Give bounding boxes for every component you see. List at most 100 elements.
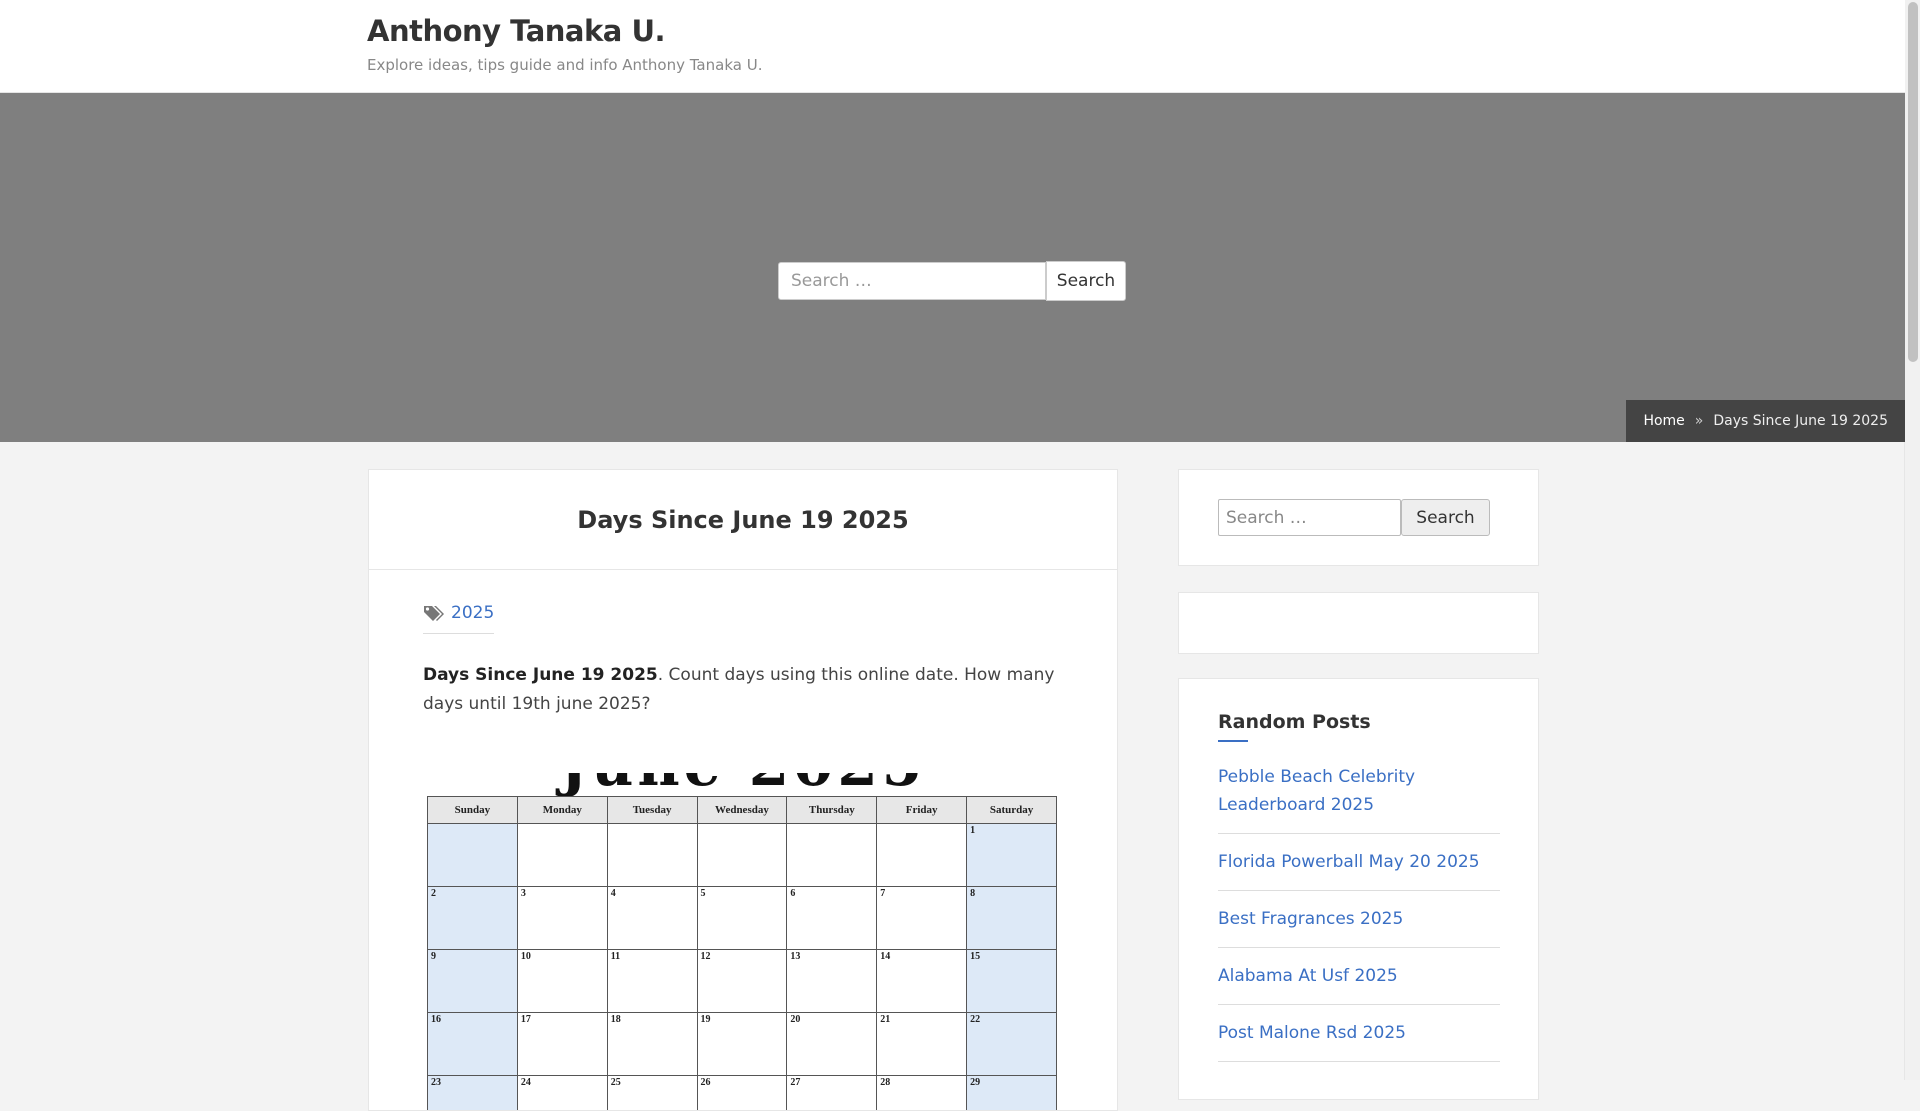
calendar-day-number: 20 <box>790 1014 801 1025</box>
calendar-day-cell <box>786 823 878 887</box>
calendar-day-number: 14 <box>880 951 891 962</box>
calendar-day-cell: 29 <box>966 1075 1057 1110</box>
intro-bold: Days Since June 19 2025 <box>423 665 658 685</box>
calendar-day-cell: 1 <box>966 823 1057 887</box>
calendar-day-number: 5 <box>700 888 706 899</box>
breadcrumb-home-link[interactable]: Home <box>1643 413 1684 429</box>
article-header: Days Since June 19 2025 <box>369 470 1117 570</box>
calendar-day-number: 22 <box>970 1014 981 1025</box>
calendar-day-cell: 8 <box>966 886 1057 950</box>
calendar-day-number: 17 <box>520 1014 531 1025</box>
calendar-day-cell <box>516 823 608 887</box>
hero-search-form: Search <box>778 261 1126 302</box>
random-post-link[interactable]: Pebble Beach Celebrity Leaderboard 2025 <box>1218 767 1415 815</box>
calendar-day-number: 11 <box>610 951 621 962</box>
calendar-day-header: Friday <box>876 796 968 824</box>
random-post-link[interactable]: Best Fragrances 2025 <box>1218 909 1403 929</box>
calendar-day-number: 21 <box>880 1014 891 1025</box>
calendar-day-number: 18 <box>610 1014 621 1025</box>
site-title[interactable]: Anthony Tanaka U. <box>367 14 666 48</box>
breadcrumb: Home » Days Since June 19 2025 <box>1626 400 1905 442</box>
calendar-week-row: 9 10 11 12 13 14 15 <box>427 949 1057 1013</box>
calendar-day-number: 25 <box>610 1077 621 1088</box>
calendar-day-number: 9 <box>431 951 436 962</box>
calendar-day-header: Wednesday <box>696 796 788 824</box>
calendar-day-cell: 14 <box>876 949 968 1013</box>
calendar-day-number: 8 <box>970 888 976 899</box>
calendar-day-cell: 16 <box>427 1012 518 1076</box>
calendar-week-row: 16 17 18 19 20 21 22 <box>427 1012 1057 1076</box>
random-posts-list: Pebble Beach Celebrity Leaderboard 2025 F… <box>1218 763 1500 1076</box>
calendar-day-cell: 9 <box>427 949 518 1013</box>
random-posts-widget: Random Posts Pebble Beach Celebrity Lead… <box>1178 678 1539 1100</box>
calendar-day-number: 13 <box>790 951 801 962</box>
hero-search-button[interactable]: Search <box>1046 261 1126 301</box>
calendar-day-number: 24 <box>520 1077 531 1088</box>
calendar-day-number: 28 <box>880 1077 891 1088</box>
breadcrumb-current: Days Since June 19 2025 <box>1713 413 1888 429</box>
sidebar-search-form: Search <box>1218 499 1490 536</box>
calendar-day-cell: 19 <box>696 1012 788 1076</box>
sidebar-search-button[interactable]: Search <box>1401 499 1490 536</box>
calendar-day-cell <box>427 823 518 887</box>
random-post-item: Alabama At Usf 2025 <box>1218 962 1500 1005</box>
calendar-day-cell: 27 <box>786 1075 878 1110</box>
calendar-week-row: 1 <box>427 823 1057 887</box>
scrollbar-thumb[interactable] <box>1908 2 1918 362</box>
calendar-day-number: 19 <box>700 1014 711 1025</box>
calendar-day-number: 29 <box>970 1077 981 1088</box>
calendar-day-cell: 3 <box>516 886 608 950</box>
calendar-image: June 2025 SundayMondayTuesdayWednesdayTh… <box>425 773 1061 1110</box>
calendar-day-cell: 10 <box>516 949 608 1013</box>
article-title: Days Since June 19 2025 <box>577 505 909 534</box>
random-post-item: Best Fragrances 2025 <box>1218 905 1500 948</box>
calendar-day-cell: 20 <box>786 1012 878 1076</box>
page-scrollbar[interactable] <box>1904 0 1920 1080</box>
calendar-day-cell: 25 <box>606 1075 698 1110</box>
calendar-day-cell: 11 <box>606 949 698 1013</box>
calendar-day-headers: Sunday Monday Tuesday Wednesday Thursday Frid… <box>427 796 1057 824</box>
random-post-item: Florida Powerball May 20 2025 <box>1218 848 1500 891</box>
hero-banner: Search Home » Days Since June 19 2025 <box>0 93 1905 442</box>
calendar-day-cell: 12 <box>696 949 788 1013</box>
random-posts-title: Random Posts <box>1218 711 1371 742</box>
calendar-day-cell: 26 <box>696 1075 788 1110</box>
random-post-link[interactable]: Alabama At Usf 2025 <box>1218 966 1398 986</box>
calendar-day-number: 15 <box>970 951 981 962</box>
site-header: Anthony Tanaka U. Explore ideas, tips gu… <box>0 0 1905 93</box>
tags-icon <box>424 606 444 621</box>
calendar-day-number: 16 <box>431 1014 441 1025</box>
calendar-weeks: 1 2 3 4 5 6 7 8 9 10 11 12 13 14 15 16 17 18 19 20 21 22 23 24 2… <box>427 823 1057 1110</box>
random-post-link[interactable]: Post Malone Rsd 2025 <box>1218 1023 1406 1043</box>
sidebar-empty-widget <box>1178 592 1539 654</box>
calendar-day-cell: 5 <box>696 886 788 950</box>
calendar-day-cell: 23 <box>427 1075 518 1110</box>
calendar-day-number: 6 <box>790 888 796 899</box>
calendar-day-cell: 18 <box>606 1012 698 1076</box>
calendar-day-header: Tuesday <box>606 796 698 824</box>
calendar-week-row: 2 3 4 5 6 7 8 <box>427 886 1057 950</box>
random-post-item: Pebble Beach Celebrity Leaderboard 2025 <box>1218 763 1500 834</box>
sidebar-search-input[interactable] <box>1218 499 1401 536</box>
tag-link[interactable]: 2025 <box>451 603 494 623</box>
article-tags: 2025 <box>423 603 495 634</box>
article-card: Days Since June 19 2025 2025 Days Since … <box>368 469 1118 1111</box>
calendar-day-number: 4 <box>610 888 616 899</box>
calendar-day-cell: 7 <box>876 886 968 950</box>
random-post-item: Post Malone Rsd 2025 <box>1218 1019 1500 1062</box>
calendar-day-cell <box>876 823 968 887</box>
calendar-day-header: Sunday <box>427 796 518 824</box>
calendar-day-number: 26 <box>700 1077 711 1088</box>
calendar-day-number: 2 <box>431 888 436 899</box>
random-post-link[interactable]: Florida Powerball May 20 2025 <box>1218 852 1480 872</box>
site-description: Explore ideas, tips guide and info Antho… <box>367 56 763 74</box>
hero-search-input[interactable] <box>778 262 1046 300</box>
calendar-day-cell: 15 <box>966 949 1057 1013</box>
calendar-day-cell <box>606 823 698 887</box>
calendar-grid: Sunday Monday Tuesday Wednesday Thursday Frid… <box>427 796 1057 1110</box>
calendar-day-number: 10 <box>520 951 531 962</box>
calendar-day-cell: 21 <box>876 1012 968 1076</box>
calendar-day-number: 12 <box>700 951 711 962</box>
breadcrumb-separator: » <box>1694 413 1704 429</box>
calendar-day-number: 27 <box>790 1077 801 1088</box>
